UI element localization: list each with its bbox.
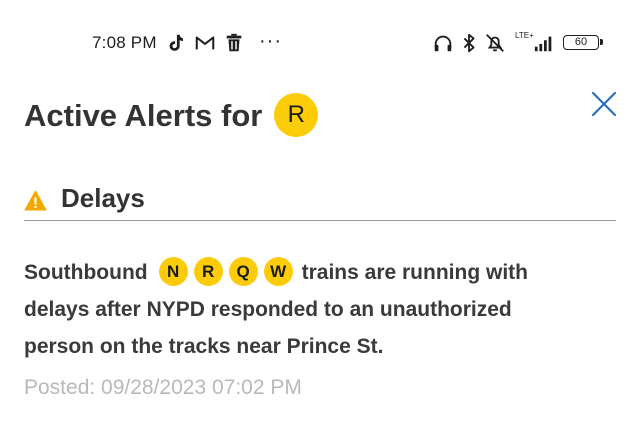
battery-icon: 60	[563, 35, 603, 50]
alert-line-1: Southbound N R Q Wtrains are running with	[24, 254, 624, 291]
overflow-dots-icon: ···	[259, 30, 282, 52]
network-type-label: LTE+	[515, 31, 534, 40]
section-header-delays: Delays	[24, 182, 616, 221]
signal-icon	[532, 32, 556, 54]
alert-line-3: person on the tracks near Prince St.	[24, 335, 384, 358]
status-bar: 7:08 PM ··· LTE+ 60	[0, 0, 639, 82]
headphones-icon	[432, 32, 454, 54]
section-title: Delays	[61, 183, 145, 213]
alert-message: Southbound N R Q Wtrains are running with de…	[24, 254, 624, 365]
page-title-text: Active Alerts for	[24, 98, 263, 134]
route-bullet-r: R	[274, 93, 319, 137]
route-bullet-n: N	[158, 256, 188, 286]
alert-prefix: Southbound	[24, 261, 148, 284]
route-bullet-q: Q	[228, 256, 258, 286]
close-icon	[591, 91, 617, 117]
route-bullets: NRQW	[156, 256, 296, 286]
posted-timestamp: Posted: 09/28/2023 07:02 PM	[24, 376, 302, 399]
status-time: 7:08 PM	[92, 33, 157, 52]
page-title: Active Alerts for R	[24, 93, 319, 140]
close-button[interactable]	[590, 90, 618, 118]
bluetooth-icon	[458, 32, 480, 54]
warning-icon	[24, 190, 47, 211]
alert-line-1-suffix: trains are running with	[301, 261, 528, 284]
alert-line-2: delays after NYPD responded to an unauth…	[24, 298, 512, 321]
delete-icon	[223, 32, 245, 54]
gmail-icon	[194, 32, 216, 54]
tiktok-icon	[165, 32, 187, 54]
route-bullet-r: R	[193, 256, 223, 286]
route-bullet-w: W	[263, 256, 293, 286]
mute-icon	[484, 32, 506, 54]
